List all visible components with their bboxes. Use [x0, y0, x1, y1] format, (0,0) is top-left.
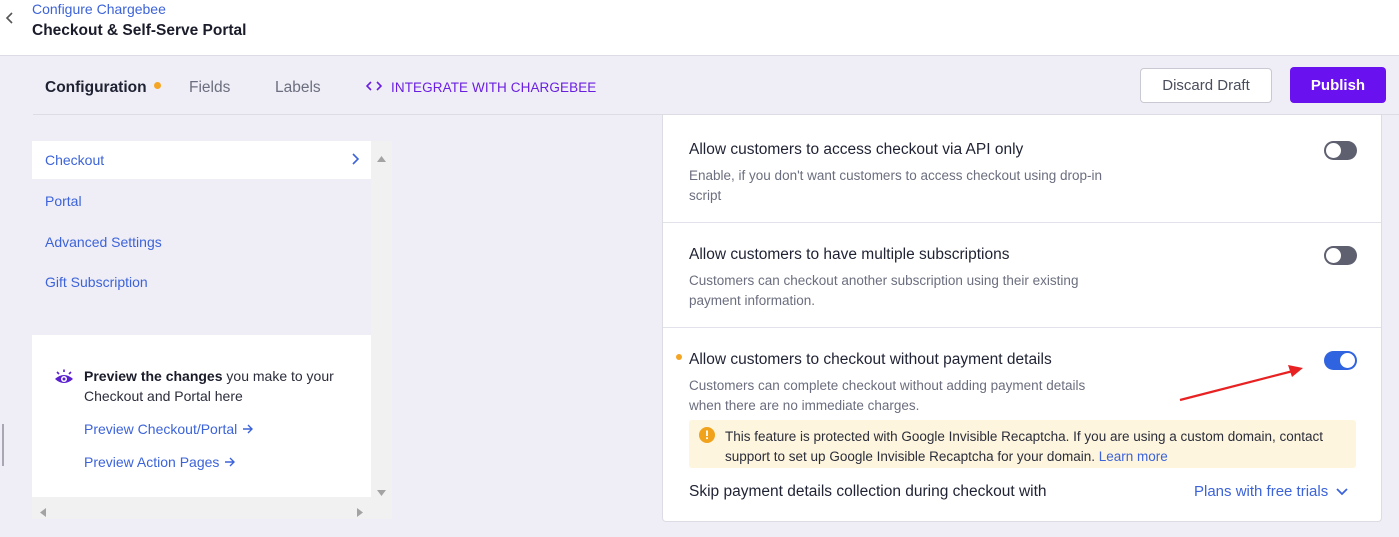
- notice-text: This feature is protected with Google In…: [725, 427, 1345, 467]
- setting-description: Customers can complete checkout without …: [689, 378, 1086, 413]
- sidebar-item-label: Advanced Settings: [45, 234, 162, 250]
- discard-draft-button[interactable]: Discard Draft: [1140, 68, 1272, 103]
- preview-bold: Preview the changes: [84, 368, 223, 384]
- skip-payment-label: Skip payment details collection during c…: [689, 483, 1047, 500]
- setting-multiple-subscriptions: Allow customers to have multiple subscri…: [663, 223, 1381, 328]
- eye-icon: [54, 369, 74, 390]
- integrate-label: INTEGRATE WITH CHARGEBEE: [391, 80, 597, 95]
- sidebar-item-label: Gift Subscription: [45, 274, 148, 290]
- sidebar-item-checkout[interactable]: Checkout: [32, 141, 371, 179]
- setting-api-only: Allow customers to access checkout via A…: [663, 115, 1381, 223]
- preview-link-label: Preview Checkout/Portal: [84, 421, 238, 437]
- scroll-right-icon[interactable]: [357, 504, 363, 522]
- sidebar-item-advanced-settings[interactable]: Advanced Settings: [32, 223, 371, 261]
- chevron-right-icon: [351, 152, 360, 168]
- tab-labels[interactable]: Labels: [275, 79, 321, 97]
- scroll-left-icon[interactable]: [40, 504, 46, 522]
- notice-message: This feature is protected with Google In…: [725, 429, 1324, 464]
- preview-description: Preview the changes you make to your Che…: [84, 366, 344, 406]
- tab-fields[interactable]: Fields: [189, 79, 230, 97]
- sidebar-item-label: Checkout: [45, 152, 105, 168]
- setting-title: Allow customers to have multiple subscri…: [689, 246, 1010, 263]
- tab-bar: Configuration Fields Labels INTEGRATE WI…: [33, 57, 1399, 115]
- preview-checkout-link[interactable]: Preview Checkout/Portal: [84, 421, 254, 437]
- page-title: Checkout & Self-Serve Portal: [32, 22, 247, 39]
- code-icon: [365, 80, 383, 95]
- skip-payment-select[interactable]: Plans with free trials: [1194, 483, 1348, 500]
- vertical-scrollbar[interactable]: [371, 141, 392, 497]
- back-icon[interactable]: [3, 8, 17, 28]
- annotation-arrow-icon: [1175, 362, 1310, 409]
- tab-label: Configuration: [45, 79, 147, 96]
- info-icon: [699, 427, 715, 448]
- breadcrumb[interactable]: Configure Chargebee: [32, 1, 166, 17]
- horizontal-scrollbar[interactable]: [32, 497, 392, 519]
- checkout-settings-card: Allow customers to access checkout via A…: [662, 115, 1382, 522]
- chevron-down-icon: [1336, 483, 1348, 500]
- integrate-with-chargebee-link[interactable]: INTEGRATE WITH CHARGEBEE: [365, 80, 597, 95]
- modified-indicator: [676, 354, 682, 360]
- checkout-without-payment-toggle[interactable]: [1324, 351, 1357, 370]
- sidebar-item-gift-subscription[interactable]: Gift Subscription: [32, 263, 371, 301]
- tab-configuration[interactable]: Configuration: [45, 79, 161, 97]
- page-header: Configure Chargebee Checkout & Self-Serv…: [0, 0, 1399, 56]
- sidebar-item-label: Portal: [45, 193, 82, 209]
- scroll-up-icon[interactable]: [377, 149, 386, 167]
- arrow-right-icon: [224, 454, 236, 470]
- api-only-toggle[interactable]: [1324, 141, 1357, 160]
- preview-action-pages-link[interactable]: Preview Action Pages: [84, 454, 236, 470]
- learn-more-link[interactable]: Learn more: [1099, 449, 1168, 464]
- preview-link-label: Preview Action Pages: [84, 454, 220, 470]
- divider: [2, 424, 4, 466]
- modified-indicator: [153, 82, 161, 90]
- recaptcha-notice: This feature is protected with Google In…: [689, 420, 1356, 468]
- arrow-right-icon: [242, 421, 254, 437]
- setting-title: Allow customers to access checkout via A…: [689, 141, 1024, 158]
- setting-description: Enable, if you don't want customers to a…: [689, 168, 1103, 203]
- preview-card: Preview the changes you make to your Che…: [32, 335, 371, 497]
- select-value: Plans with free trials: [1194, 483, 1329, 500]
- multiple-subscriptions-toggle[interactable]: [1324, 246, 1357, 265]
- sidebar-item-portal[interactable]: Portal: [32, 182, 371, 220]
- sidebar-nav: Checkout Portal Advanced Settings Gift S…: [32, 141, 371, 321]
- setting-title: Allow customers to checkout without paym…: [689, 351, 1052, 368]
- publish-button[interactable]: Publish: [1290, 67, 1386, 103]
- setting-description: Customers can checkout another subscript…: [689, 273, 1079, 308]
